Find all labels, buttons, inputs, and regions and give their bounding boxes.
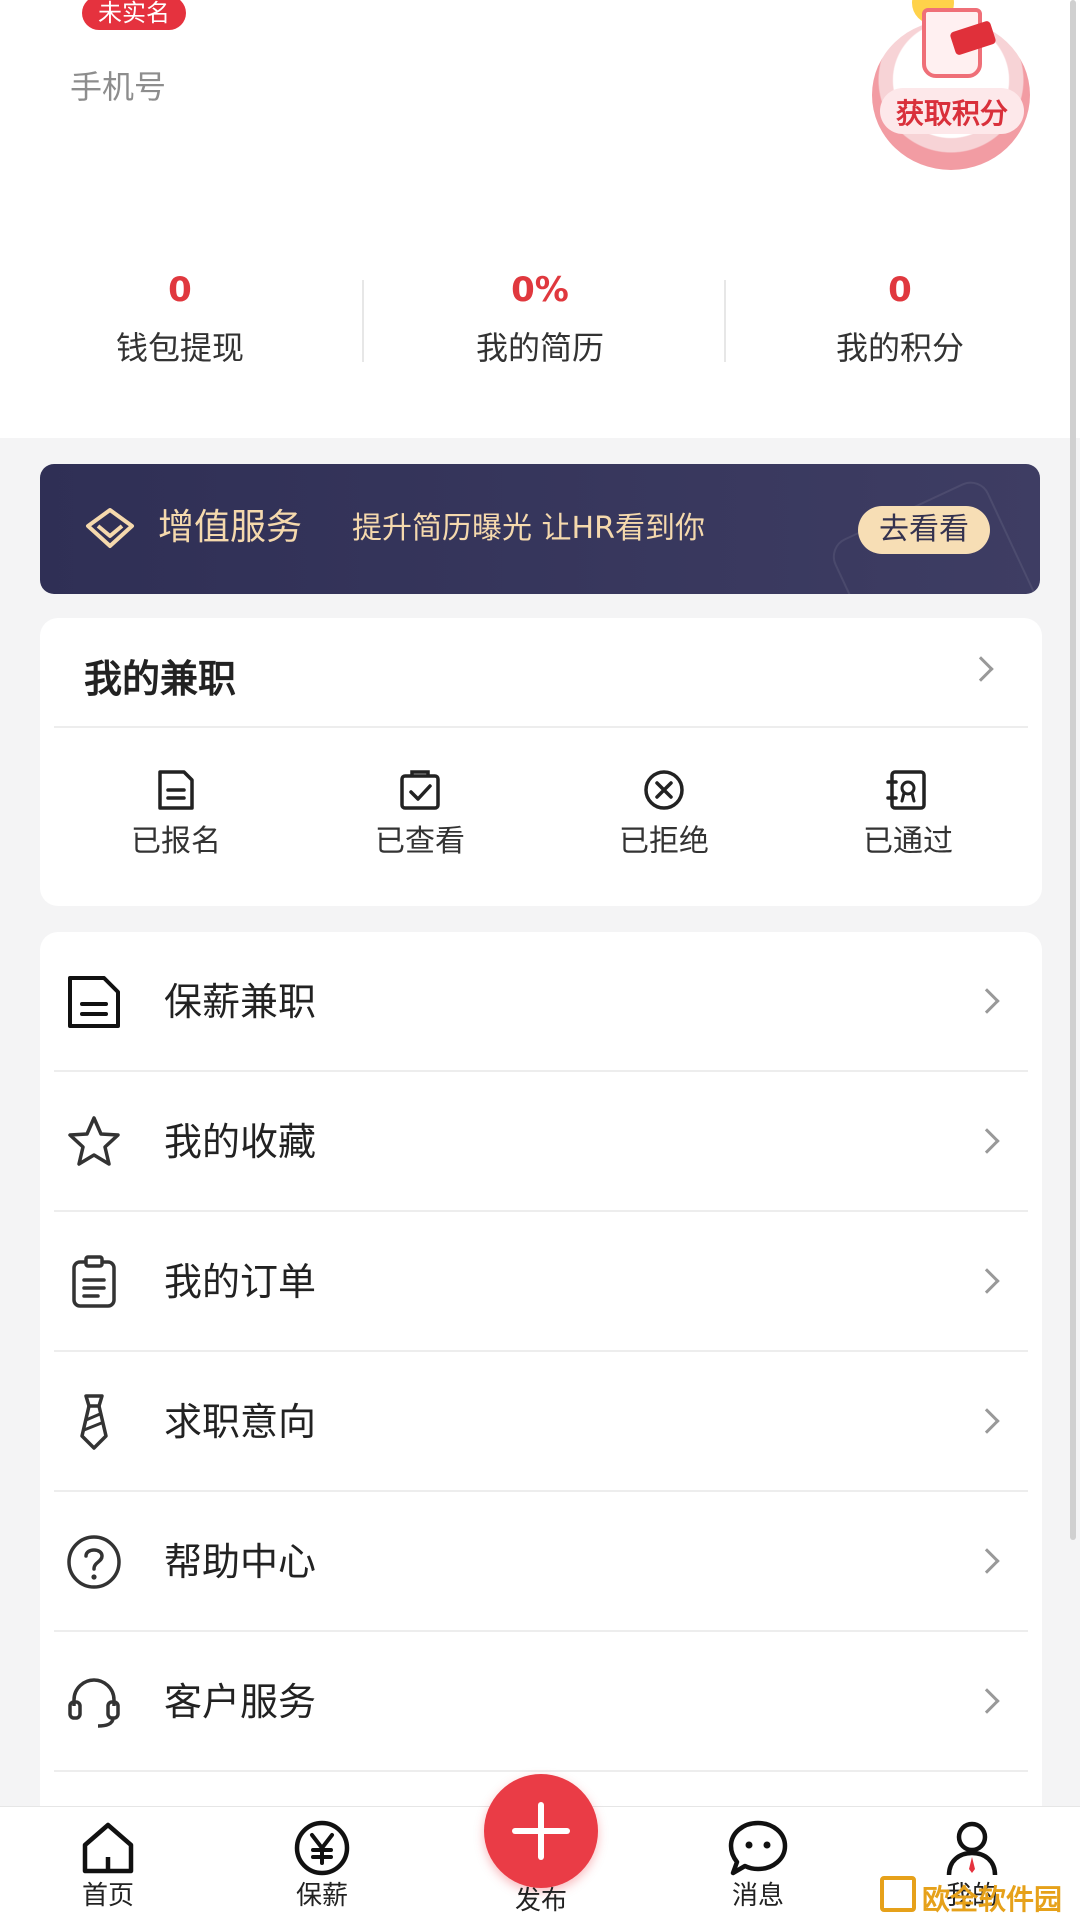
- banner-subtitle: 提升简历曝光 让HR看到你: [352, 511, 705, 546]
- menu-item-label: 求职意向: [164, 1400, 317, 1444]
- document-icon: [68, 976, 120, 1028]
- chevron-right-icon[interactable]: [968, 656, 994, 682]
- stats-row: 0 钱包提现 0% 我的简历 0 我的积分: [0, 270, 1080, 380]
- chevron-right-icon: [974, 1688, 1000, 1714]
- clipboard-check-icon: [400, 770, 440, 810]
- get-points-label: 获取积分: [895, 97, 1008, 130]
- watermark-logo: [880, 1876, 916, 1912]
- get-points-button[interactable]: 获取积分: [862, 0, 1042, 170]
- status-applied[interactable]: 已报名: [96, 768, 256, 862]
- chevron-right-icon: [974, 988, 1000, 1014]
- tie-icon: [80, 1394, 108, 1450]
- stat-label: 我的积分: [835, 329, 964, 367]
- yen-icon: [294, 1820, 350, 1876]
- stat-value: 0: [168, 270, 192, 310]
- status-label: 已报名: [131, 824, 221, 859]
- clipboard-icon: [72, 1255, 116, 1308]
- menu-item-label: 客户服务: [164, 1680, 317, 1724]
- chevron-right-icon: [974, 1128, 1000, 1154]
- headset-icon: [68, 1678, 120, 1728]
- home-icon: [82, 1822, 134, 1874]
- menu-item-salary-parttime[interactable]: 保薪兼职: [40, 932, 1042, 1072]
- stat-label: 钱包提现: [115, 329, 244, 367]
- publish-button[interactable]: [484, 1774, 598, 1888]
- menu-item-help-center[interactable]: 帮助中心: [40, 1492, 1042, 1632]
- status-label: 已查看: [375, 824, 465, 859]
- menu-card: 保薪兼职 我的收藏 我的订单 求职意向 帮助中心 客户服务: [40, 932, 1042, 1920]
- status-approved[interactable]: 已通过: [828, 768, 988, 862]
- scrollbar[interactable]: [1070, 0, 1076, 1540]
- parttime-title[interactable]: 我的兼职: [84, 648, 236, 703]
- menu-item-job-intention[interactable]: 求职意向: [40, 1352, 1042, 1492]
- tab-salary[interactable]: 保薪: [252, 1807, 392, 1920]
- divider: [54, 1770, 1028, 1772]
- stat-divider: [724, 280, 726, 362]
- diamond-icon: [86, 508, 134, 548]
- divider: [54, 726, 1028, 728]
- document-icon: [158, 770, 194, 810]
- tab-label: 首页: [81, 1881, 134, 1911]
- banner-title: 增值服务: [158, 507, 303, 548]
- chevron-right-icon: [974, 1408, 1000, 1434]
- watermark-text: 欧全软件园: [922, 1883, 1063, 1916]
- menu-item-customer-service[interactable]: 客户服务: [40, 1632, 1042, 1772]
- menu-item-favorites[interactable]: 我的收藏: [40, 1072, 1042, 1212]
- verify-badge[interactable]: 未实名: [82, 0, 186, 30]
- status-rejected[interactable]: 已拒绝: [584, 768, 744, 862]
- tab-label: 消息: [731, 1881, 784, 1911]
- value-added-banner[interactable]: 增值服务 提升简历曝光 让HR看到你 去看看: [40, 464, 1040, 594]
- watermark: 欧全软件园: [880, 1872, 1076, 1916]
- user-icon: [946, 1821, 998, 1876]
- chevron-right-icon: [974, 1548, 1000, 1574]
- menu-item-orders[interactable]: 我的订单: [40, 1212, 1042, 1352]
- menu-item-label: 帮助中心: [164, 1540, 317, 1584]
- certificate-icon: [886, 770, 926, 810]
- phone-label: 手机号: [70, 68, 167, 106]
- tab-home[interactable]: 首页: [38, 1807, 178, 1920]
- tab-messages[interactable]: 消息: [688, 1807, 828, 1920]
- menu-item-label: 我的订单: [164, 1260, 317, 1304]
- menu-item-label: 我的收藏: [164, 1120, 317, 1164]
- banner-go-button[interactable]: 去看看: [858, 506, 990, 554]
- status-label: 已拒绝: [619, 824, 709, 859]
- stat-value: 0%: [511, 270, 569, 310]
- tab-label: 保薪: [295, 1881, 348, 1911]
- stat-resume[interactable]: 0% 我的简历: [360, 270, 720, 380]
- stat-points[interactable]: 0 我的积分: [720, 270, 1080, 380]
- status-viewed[interactable]: 已查看: [340, 768, 500, 862]
- profile-header: 未实名 手机号 获取积分 0 钱包提现 0% 我的简历 0 我的积分: [0, 0, 1080, 438]
- menu-item-label: 保薪兼职: [164, 980, 317, 1024]
- chat-icon: [728, 1820, 788, 1876]
- circle-x-icon: [644, 770, 684, 810]
- question-icon: [67, 1535, 121, 1589]
- star-icon: [68, 1116, 120, 1166]
- status-label: 已通过: [863, 824, 953, 859]
- stat-value: 0: [888, 270, 912, 310]
- my-parttime-card: 我的兼职 已报名 已查看 已拒绝 已通过: [40, 618, 1042, 906]
- stat-wallet[interactable]: 0 钱包提现: [0, 270, 360, 380]
- plus-icon-vertical: [538, 1802, 544, 1860]
- stat-label: 我的简历: [475, 329, 604, 367]
- stat-divider: [362, 280, 364, 362]
- publish-label[interactable]: 发布: [484, 1880, 598, 1917]
- chevron-right-icon: [974, 1268, 1000, 1294]
